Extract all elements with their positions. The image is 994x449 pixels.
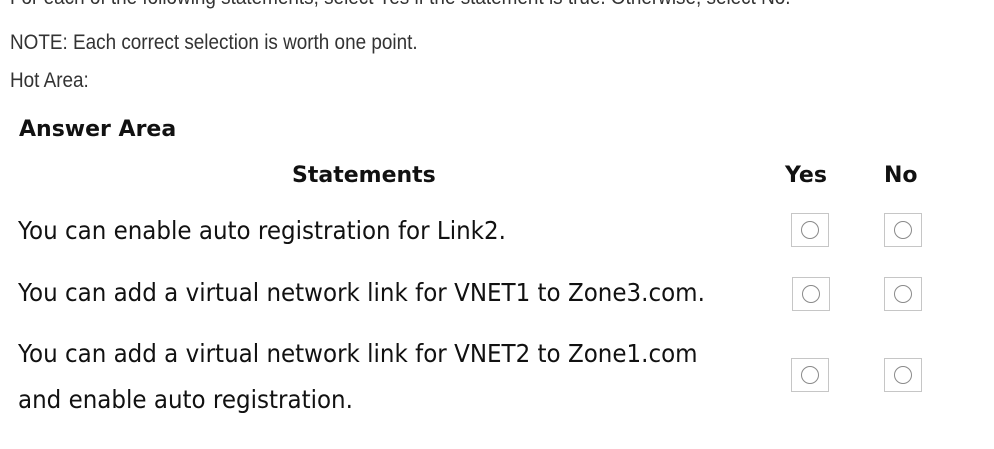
- statement-1-no-option[interactable]: [884, 213, 922, 247]
- statements-column-header: Statements: [292, 163, 436, 188]
- answer-area-title: Answer Area: [19, 117, 177, 142]
- statement-2: You can add a virtual network link for V…: [18, 270, 705, 316]
- statement-1-yes-option[interactable]: [791, 213, 829, 247]
- statement-line: You can enable auto registration for Lin…: [18, 216, 506, 245]
- statement-1: You can enable auto registration for Lin…: [18, 208, 506, 254]
- radio-circle-icon: [894, 285, 912, 303]
- statement-2-yes-option[interactable]: [792, 277, 830, 311]
- radio-circle-icon: [894, 366, 912, 384]
- no-column-header: No: [884, 163, 918, 188]
- radio-circle-icon: [894, 221, 912, 239]
- statement-3-no-option[interactable]: [884, 358, 922, 392]
- instruction-text: For each of the following statements, se…: [10, 0, 791, 10]
- statement-3-yes-option[interactable]: [791, 358, 829, 392]
- radio-circle-icon: [801, 366, 819, 384]
- yes-column-header: Yes: [785, 163, 827, 188]
- radio-circle-icon: [801, 221, 819, 239]
- statement-3: You can add a virtual network link for V…: [18, 331, 698, 423]
- hot-area-label: Hot Area:: [10, 69, 89, 92]
- statement-line: You can add a virtual network link for V…: [18, 278, 705, 307]
- statement-line: and enable auto registration.: [18, 385, 353, 414]
- statement-2-no-option[interactable]: [884, 277, 922, 311]
- statement-line: You can add a virtual network link for V…: [18, 339, 698, 368]
- radio-circle-icon: [802, 285, 820, 303]
- note-text: NOTE: Each correct selection is worth on…: [10, 31, 418, 54]
